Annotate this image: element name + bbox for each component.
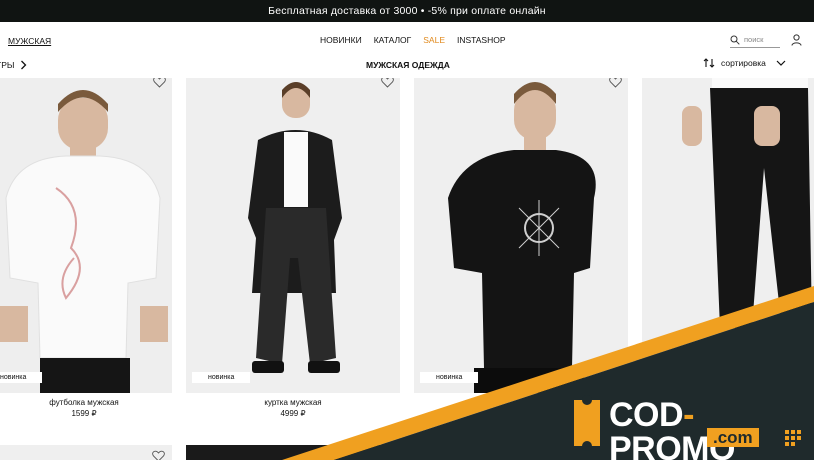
- product-card[interactable]: новинка: [414, 78, 628, 393]
- new-badge: новинка: [420, 372, 479, 383]
- promo-bar: Бесплатная доставка от 3000 • -5% при оп…: [0, 0, 814, 22]
- search-input[interactable]: поиск: [730, 32, 780, 48]
- nav-item-new[interactable]: НОВИНКИ: [320, 35, 362, 45]
- heart-icon[interactable]: [152, 450, 165, 460]
- heart-icon[interactable]: [609, 78, 622, 88]
- sort-dropdown[interactable]: сортировка: [703, 57, 786, 69]
- promo-text: Бесплатная доставка от 3000 • -5% при оп…: [268, 5, 546, 17]
- sort-icon: [703, 58, 715, 68]
- main-nav: НОВИНКИ КАТАЛОГ SALE INSTASHOP: [320, 35, 506, 45]
- account-icon[interactable]: [791, 34, 802, 46]
- nav-item-catalog[interactable]: КАТАЛОГ: [374, 35, 412, 45]
- search-icon: [730, 35, 740, 45]
- ticket-icon: [574, 395, 600, 451]
- product-card[interactable]: новинка: [186, 78, 400, 393]
- gender-link-men[interactable]: МУЖСКАЯ: [8, 36, 51, 46]
- page-title: МУЖСКАЯ ОДЕЖДА: [366, 60, 450, 70]
- new-badge: новинка: [0, 372, 43, 383]
- product-card[interactable]: [642, 78, 814, 393]
- heart-icon[interactable]: [153, 78, 166, 88]
- product-photo-black-trousers: [642, 78, 814, 393]
- chevron-right-icon: [21, 60, 27, 70]
- product-name[interactable]: футболка мужская: [0, 398, 172, 407]
- product-photo-black-tshirt: [414, 78, 628, 393]
- filters-button[interactable]: ТРЫ: [0, 60, 27, 70]
- new-badge: новинка: [192, 372, 251, 383]
- nav-item-sale[interactable]: SALE: [423, 35, 445, 45]
- product-card-row2[interactable]: [0, 445, 172, 460]
- heart-icon[interactable]: [381, 78, 394, 88]
- product-card[interactable]: новинка: [0, 78, 172, 393]
- product-price: 1599 ₽: [71, 409, 97, 418]
- logo-main: COD: [609, 396, 684, 434]
- site-header: МУЖСКАЯ НОВИНКИ КАТАЛОГ SALE INSTASHOP п…: [0, 22, 814, 58]
- catalog-toolbar: ТРЫ МУЖСКАЯ ОДЕЖДА сортировка: [0, 56, 814, 76]
- product-card-row2[interactable]: [186, 445, 400, 460]
- logo-sub: .com: [707, 428, 759, 447]
- chevron-down-icon: [776, 60, 786, 66]
- nav-item-instashop[interactable]: INSTASHOP: [457, 35, 506, 45]
- product-photo-white-tshirt: [0, 78, 172, 393]
- sort-label: сортировка: [721, 58, 766, 68]
- filters-label: ТРЫ: [0, 60, 15, 70]
- logo-dash: -: [683, 396, 694, 434]
- product-price: 4999 ₽: [280, 409, 306, 418]
- search-placeholder: поиск: [744, 35, 764, 44]
- product-name[interactable]: куртка мужская: [186, 398, 400, 407]
- product-photo-leather-jacket: [186, 78, 400, 393]
